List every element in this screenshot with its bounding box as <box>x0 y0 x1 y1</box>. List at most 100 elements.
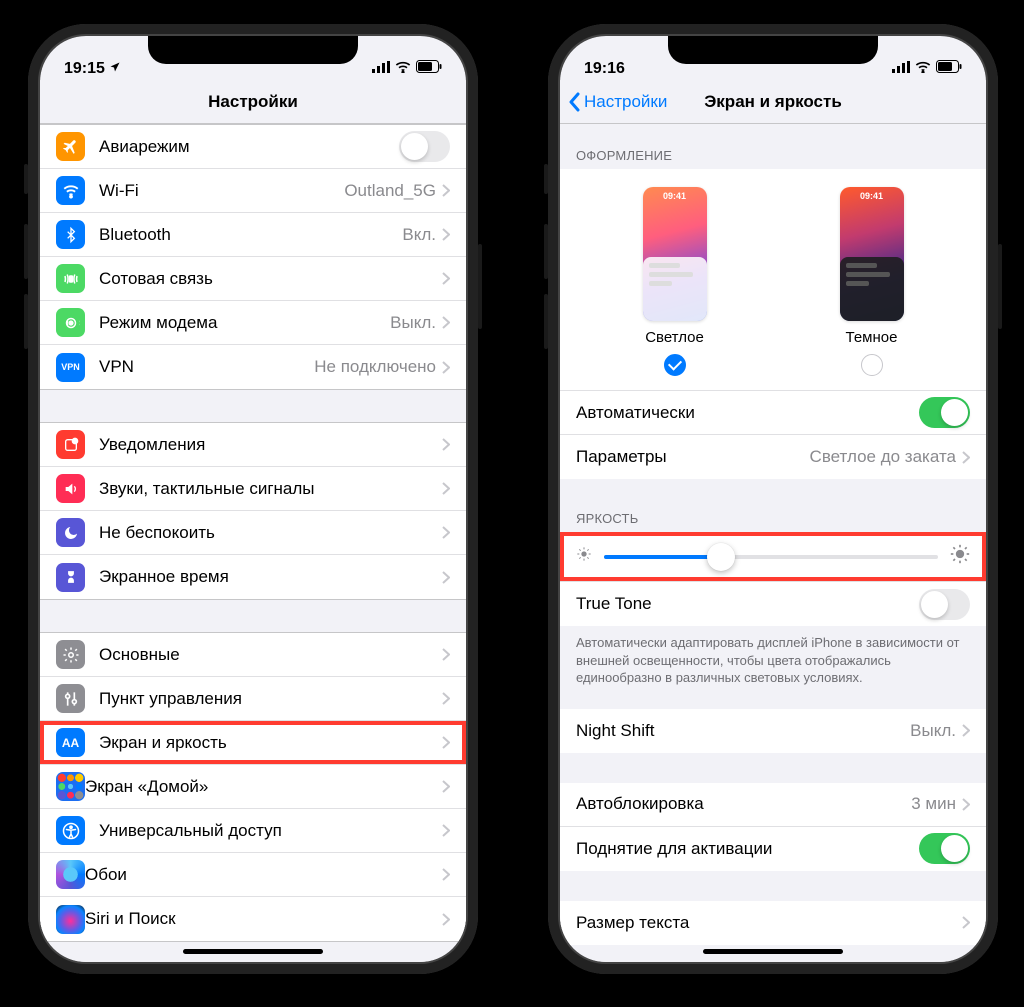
truetone-label: True Tone <box>576 594 919 614</box>
row-raise[interactable]: Поднятие для активации <box>560 827 986 871</box>
autolock-value: 3 мин <box>911 794 956 814</box>
appearance-light-option[interactable]: 09:41 Светлое <box>643 187 707 376</box>
section-header-brightness: ЯРКОСТЬ <box>560 505 986 532</box>
brightness-slider-row[interactable] <box>560 532 986 582</box>
chevron-icon <box>442 736 450 749</box>
bluetooth-label: Bluetooth <box>99 225 402 245</box>
row-params[interactable]: Параметры Светлое до заката <box>560 435 986 479</box>
row-sounds[interactable]: Звуки, тактильные сигналы <box>40 467 466 511</box>
truetone-note: Автоматически адаптировать дисплей iPhon… <box>560 626 986 687</box>
hotspot-value: Выкл. <box>390 313 436 333</box>
section-header-appearance: ОФОРМЛЕНИЕ <box>560 142 986 169</box>
row-vpn[interactable]: VPNVPNНе подключено <box>40 345 466 389</box>
row-nightshift[interactable]: Night Shift Выкл. <box>560 709 986 753</box>
screentime-icon <box>56 563 85 592</box>
row-auto[interactable]: Автоматически <box>560 391 986 435</box>
display-icon: AA <box>56 728 85 757</box>
notifications-icon <box>56 430 85 459</box>
row-wifi[interactable]: Wi-FiOutland_5G <box>40 169 466 213</box>
appearance-dark-option[interactable]: 09:41 Темное <box>840 187 904 376</box>
chevron-icon <box>442 913 450 926</box>
home-indicator[interactable] <box>183 949 323 954</box>
raise-toggle[interactable] <box>919 833 970 864</box>
back-label: Настройки <box>584 92 667 112</box>
chevron-icon <box>442 361 450 374</box>
accessibility-icon <box>56 816 85 845</box>
brightness-track[interactable] <box>604 555 938 559</box>
airplane-label: Авиарежим <box>99 137 399 157</box>
row-wallpaper[interactable]: Обои <box>40 853 466 897</box>
control-center-label: Пункт управления <box>99 689 442 709</box>
chevron-icon <box>442 228 450 241</box>
radio-dark[interactable] <box>861 354 883 376</box>
brightness-thumb[interactable] <box>707 543 735 571</box>
radio-light[interactable] <box>664 354 686 376</box>
airplane-toggle[interactable] <box>399 131 450 162</box>
preview-light: 09:41 <box>643 187 707 321</box>
notifications-label: Уведомления <box>99 435 442 455</box>
nav-bar: Настройки <box>40 80 466 124</box>
page-title: Экран и яркость <box>704 92 842 112</box>
params-value: Светлое до заката <box>810 447 956 467</box>
dnd-icon <box>56 518 85 547</box>
row-hotspot[interactable]: Режим модемаВыкл. <box>40 301 466 345</box>
sun-large-icon <box>950 544 970 569</box>
vpn-label: VPN <box>99 357 314 377</box>
general-icon <box>56 640 85 669</box>
home-indicator[interactable] <box>703 949 843 954</box>
nightshift-value: Выкл. <box>910 721 956 741</box>
row-bluetooth[interactable]: BluetoothВкл. <box>40 213 466 257</box>
chevron-icon <box>442 692 450 705</box>
wallpaper-label: Обои <box>85 865 442 885</box>
display-label: Экран и яркость <box>99 733 442 753</box>
wallpaper-icon <box>56 860 85 889</box>
hotspot-icon <box>56 308 85 337</box>
row-cellular[interactable]: Сотовая связь <box>40 257 466 301</box>
row-truetone[interactable]: True Tone <box>560 582 986 626</box>
airplane-icon <box>56 132 85 161</box>
hotspot-label: Режим модема <box>99 313 390 333</box>
truetone-toggle[interactable] <box>919 589 970 620</box>
row-airplane[interactable]: Авиарежим <box>40 125 466 169</box>
chevron-icon <box>442 272 450 285</box>
battery-icon <box>416 60 442 78</box>
home-screen-icon <box>56 772 85 801</box>
phone-frame-left: 19:15 Настройки АвиарежимWi-FiOutland_5G… <box>28 24 478 974</box>
bluetooth-icon <box>56 220 85 249</box>
sounds-label: Звуки, тактильные сигналы <box>99 479 442 499</box>
row-screentime[interactable]: Экранное время <box>40 555 466 599</box>
back-button[interactable]: Настройки <box>568 92 667 112</box>
row-display[interactable]: AA Экран и яркость <box>40 721 466 765</box>
chevron-icon <box>962 798 970 811</box>
accessibility-label: Универсальный доступ <box>99 821 442 841</box>
autolock-label: Автоблокировка <box>576 794 911 814</box>
row-autolock[interactable]: Автоблокировка 3 мин <box>560 783 986 827</box>
row-notifications[interactable]: Уведомления <box>40 423 466 467</box>
chevron-icon <box>442 780 450 793</box>
row-accessibility[interactable]: Универсальный доступ <box>40 809 466 853</box>
row-general[interactable]: Основные <box>40 633 466 677</box>
screentime-label: Экранное время <box>99 567 442 587</box>
nav-bar: Настройки Экран и яркость <box>560 80 986 124</box>
cellular-label: Сотовая связь <box>99 269 442 289</box>
phone-frame-right: 19:16 Настройки Экран и яркость ОФОРМЛЕН… <box>548 24 998 974</box>
appearance-light-label: Светлое <box>645 329 704 346</box>
page-title: Настройки <box>208 92 298 112</box>
chevron-icon <box>442 184 450 197</box>
cellular-icon <box>56 264 85 293</box>
chevron-icon <box>442 868 450 881</box>
row-dnd[interactable]: Не беспокоить <box>40 511 466 555</box>
chevron-icon <box>442 316 450 329</box>
wifi-label: Wi-Fi <box>99 181 344 201</box>
sounds-icon <box>56 474 85 503</box>
general-label: Основные <box>99 645 442 665</box>
chevron-icon <box>442 824 450 837</box>
auto-toggle[interactable] <box>919 397 970 428</box>
chevron-icon <box>962 916 970 929</box>
wifi-icon <box>395 60 411 78</box>
row-control-center[interactable]: Пункт управления <box>40 677 466 721</box>
row-textsize[interactable]: Размер текста <box>560 901 986 945</box>
row-siri[interactable]: Siri и Поиск <box>40 897 466 941</box>
row-home-screen[interactable]: Экран «Домой» <box>40 765 466 809</box>
nightshift-label: Night Shift <box>576 721 910 741</box>
